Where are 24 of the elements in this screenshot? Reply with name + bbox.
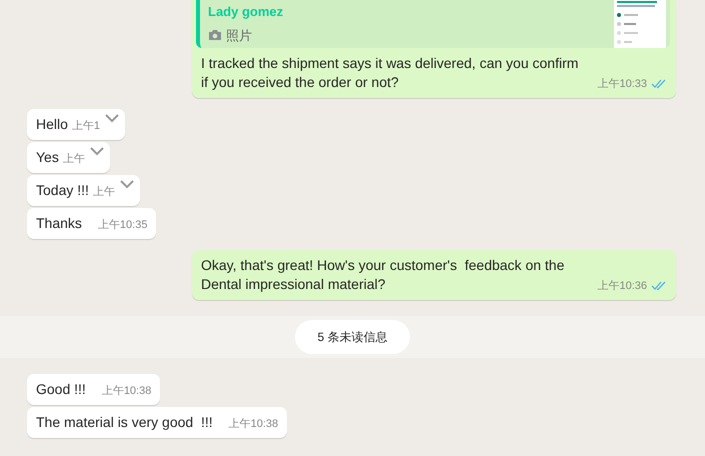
- caret-icon[interactable]: [104, 113, 120, 123]
- message-time: 上午1: [72, 118, 100, 134]
- photo-label: 照片: [226, 26, 252, 44]
- message-text: Yes: [36, 148, 59, 167]
- message-time: 上午10:38: [228, 416, 278, 432]
- quote-author: Lady gomez: [208, 3, 284, 21]
- message-text: Good !!!: [36, 380, 86, 399]
- message-time: 上午10:36: [597, 278, 647, 294]
- message-time: 上午: [62, 152, 85, 166]
- message-text: Okay, that's great! How's your customer's feedback on the Dental impressional material?: [201, 256, 566, 294]
- message-time: 上午10:38: [102, 384, 152, 398]
- message-time: 上午10:33: [597, 76, 647, 92]
- message-text: The material is very good !!!: [36, 413, 213, 432]
- unread-messages-badge: 5 条未读信息: [295, 320, 410, 354]
- message-text: Today !!!: [36, 181, 89, 200]
- message-text: Hello: [36, 115, 68, 134]
- caret-icon[interactable]: [88, 146, 105, 156]
- message-text: I tracked the shipment says it was delivered, can you confirm if you received the order or not?: [201, 54, 580, 92]
- message-time: 上午: [92, 184, 115, 200]
- message-time: 上午10:35: [98, 218, 148, 232]
- quoted-message[interactable]: Lady gomez 照片: [196, 0, 670, 48]
- caret-icon[interactable]: [118, 179, 135, 189]
- camera-icon: [208, 29, 222, 42]
- message-text: Thanks: [36, 214, 82, 233]
